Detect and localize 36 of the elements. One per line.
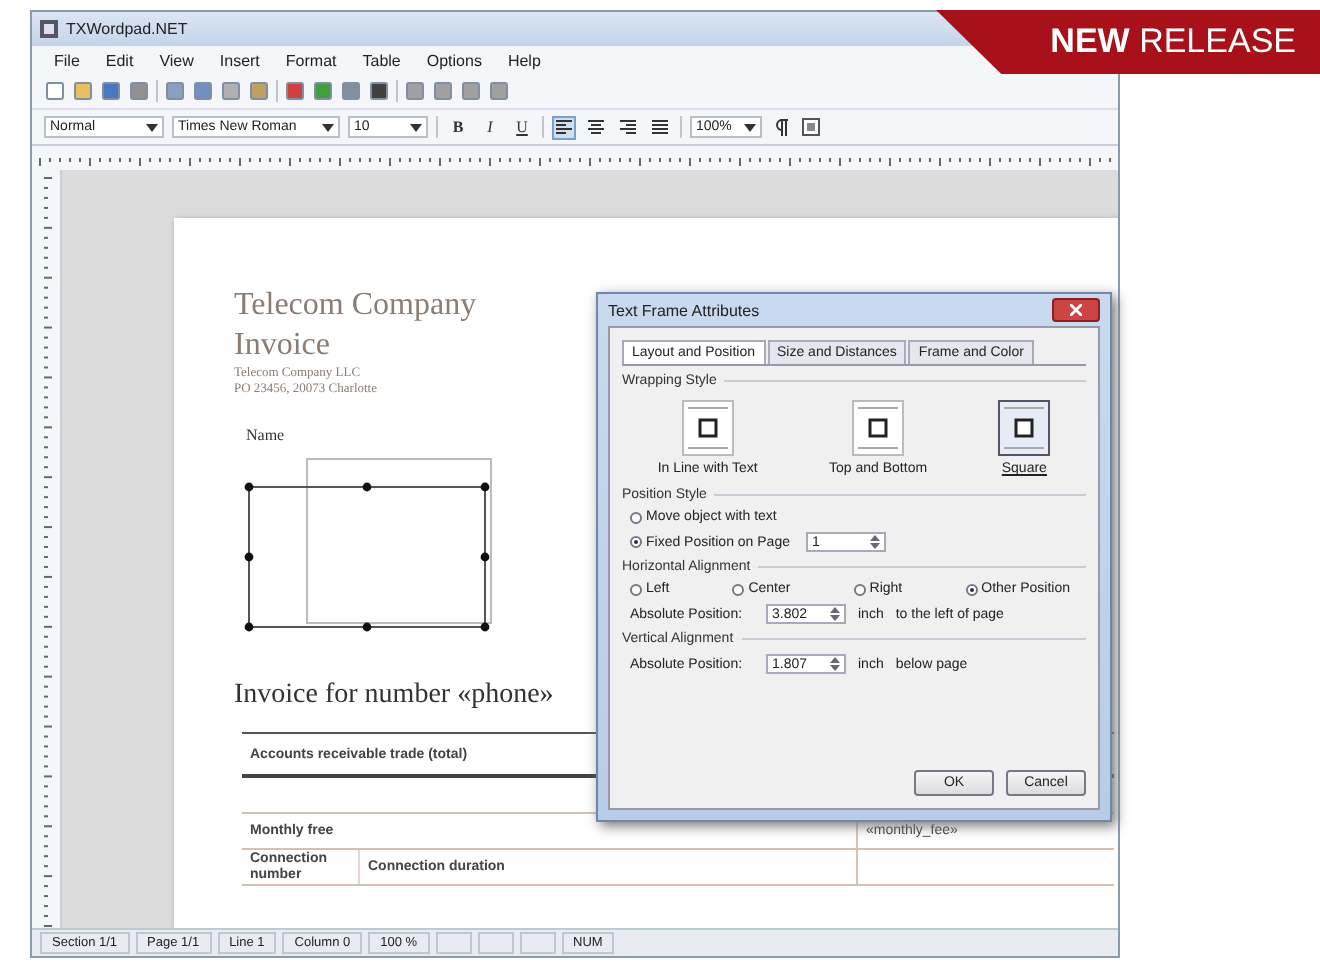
caret-icon <box>146 123 158 131</box>
spinner-arrows-icon[interactable] <box>830 656 840 672</box>
wrapping-icon <box>852 400 905 456</box>
caret-icon <box>410 123 422 131</box>
name-label: Name <box>246 426 287 444</box>
close-icon <box>1070 304 1082 316</box>
spinner-arrows-icon[interactable] <box>870 534 880 550</box>
wrapping-icon <box>998 400 1051 456</box>
menu-item[interactable]: Format <box>283 51 339 69</box>
release-banner: NEW RELEASE <box>936 10 1320 74</box>
align-button[interactable] <box>648 115 672 139</box>
document-subtitle: Invoice <box>234 326 330 366</box>
close-button[interactable] <box>1052 298 1100 322</box>
pilcrow-icon[interactable] <box>770 116 792 138</box>
dialog-title: Text Frame Attributes <box>608 301 760 319</box>
format-button[interactable]: I <box>478 115 502 139</box>
menu-item[interactable]: File <box>52 51 82 69</box>
menu-item[interactable]: Options <box>424 51 484 69</box>
align-button[interactable] <box>584 115 608 139</box>
invoice-heading: Invoice for number «phone» <box>234 680 554 712</box>
menu-item[interactable]: Table <box>360 51 403 69</box>
menu-item[interactable]: Help <box>505 51 543 69</box>
spinner-arrows-icon[interactable] <box>830 606 840 622</box>
caret-icon <box>744 123 756 131</box>
window-title: TXWordpad.NET <box>66 20 188 38</box>
menu-item[interactable]: Insert <box>217 51 262 69</box>
menu-item[interactable]: View <box>157 51 196 69</box>
app-icon <box>40 20 58 38</box>
wrapping-icon <box>681 400 734 456</box>
format-button[interactable]: B <box>446 115 470 139</box>
document-title: Telecom Company <box>234 286 477 326</box>
align-button[interactable] <box>552 115 576 139</box>
caret-icon <box>322 123 334 131</box>
format-button[interactable]: U <box>510 115 534 139</box>
menu-item[interactable]: Edit <box>103 51 136 69</box>
align-button[interactable] <box>616 115 640 139</box>
